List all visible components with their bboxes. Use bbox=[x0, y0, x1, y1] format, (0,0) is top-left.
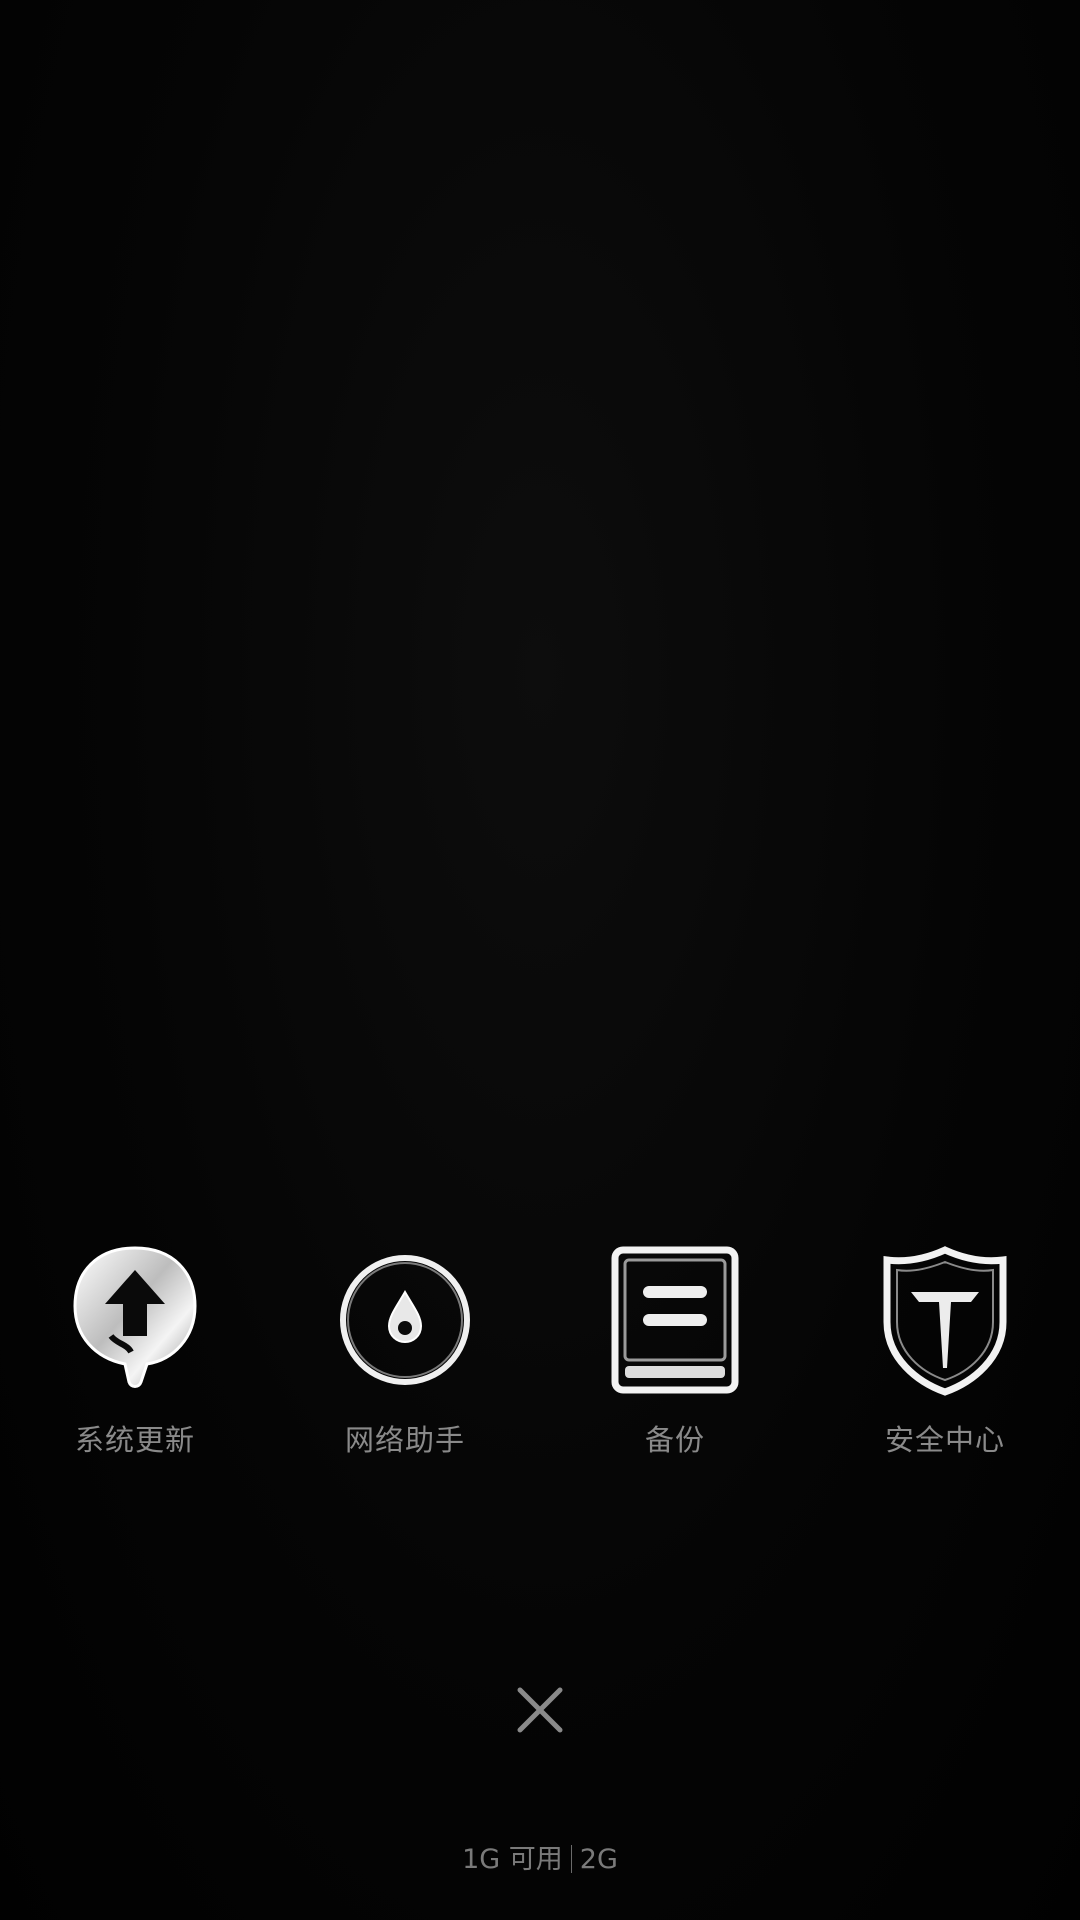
backup-icon bbox=[605, 1240, 745, 1400]
network-assistant-icon bbox=[335, 1240, 475, 1400]
memory-divider bbox=[570, 1845, 572, 1873]
security-center-icon bbox=[875, 1240, 1015, 1400]
app-label-network-assistant: 网络助手 bbox=[344, 1423, 465, 1457]
quick-apps-row: 系统更新 网络助手 备份 安全中心 bbox=[0, 1240, 1080, 1470]
app-system-update[interactable]: 系统更新 bbox=[25, 1240, 245, 1470]
app-security-center[interactable]: 安全中心 bbox=[835, 1240, 1055, 1470]
app-label-backup: 备份 bbox=[644, 1423, 705, 1457]
system-update-icon bbox=[65, 1240, 205, 1400]
memory-total: 2G bbox=[579, 1844, 618, 1875]
recent-apps-screen: 系统更新 网络助手 备份 安全中心 1G 可用 2G bbox=[0, 0, 1080, 1920]
app-label-system-update: 系统更新 bbox=[74, 1423, 195, 1457]
close-button[interactable] bbox=[500, 1670, 580, 1750]
memory-status: 1G 可用 2G bbox=[0, 1840, 1080, 1880]
memory-available: 1G 可用 bbox=[462, 1844, 563, 1875]
app-label-security-center: 安全中心 bbox=[884, 1423, 1005, 1457]
app-backup[interactable]: 备份 bbox=[565, 1240, 785, 1470]
app-network-assistant[interactable]: 网络助手 bbox=[295, 1240, 515, 1470]
close-icon bbox=[517, 1687, 563, 1733]
